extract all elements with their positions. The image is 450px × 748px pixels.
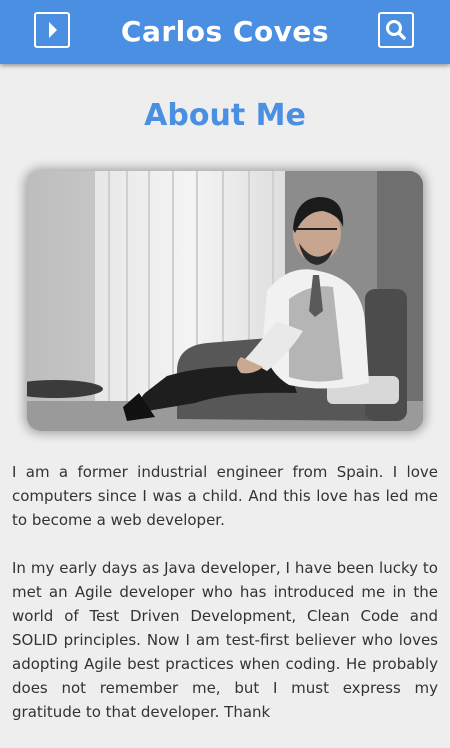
search-button[interactable] <box>378 12 414 48</box>
profile-photo <box>27 171 423 431</box>
page-title: About Me <box>144 98 306 133</box>
bio-paragraph: In my early days as Java developer, I ha… <box>12 559 438 721</box>
bio-text: I am a former industrial engineer from S… <box>12 460 438 748</box>
bio-paragraph: I am a former industrial engineer from S… <box>12 463 438 529</box>
app-header: Carlos Coves <box>0 0 450 64</box>
search-icon <box>386 20 406 40</box>
